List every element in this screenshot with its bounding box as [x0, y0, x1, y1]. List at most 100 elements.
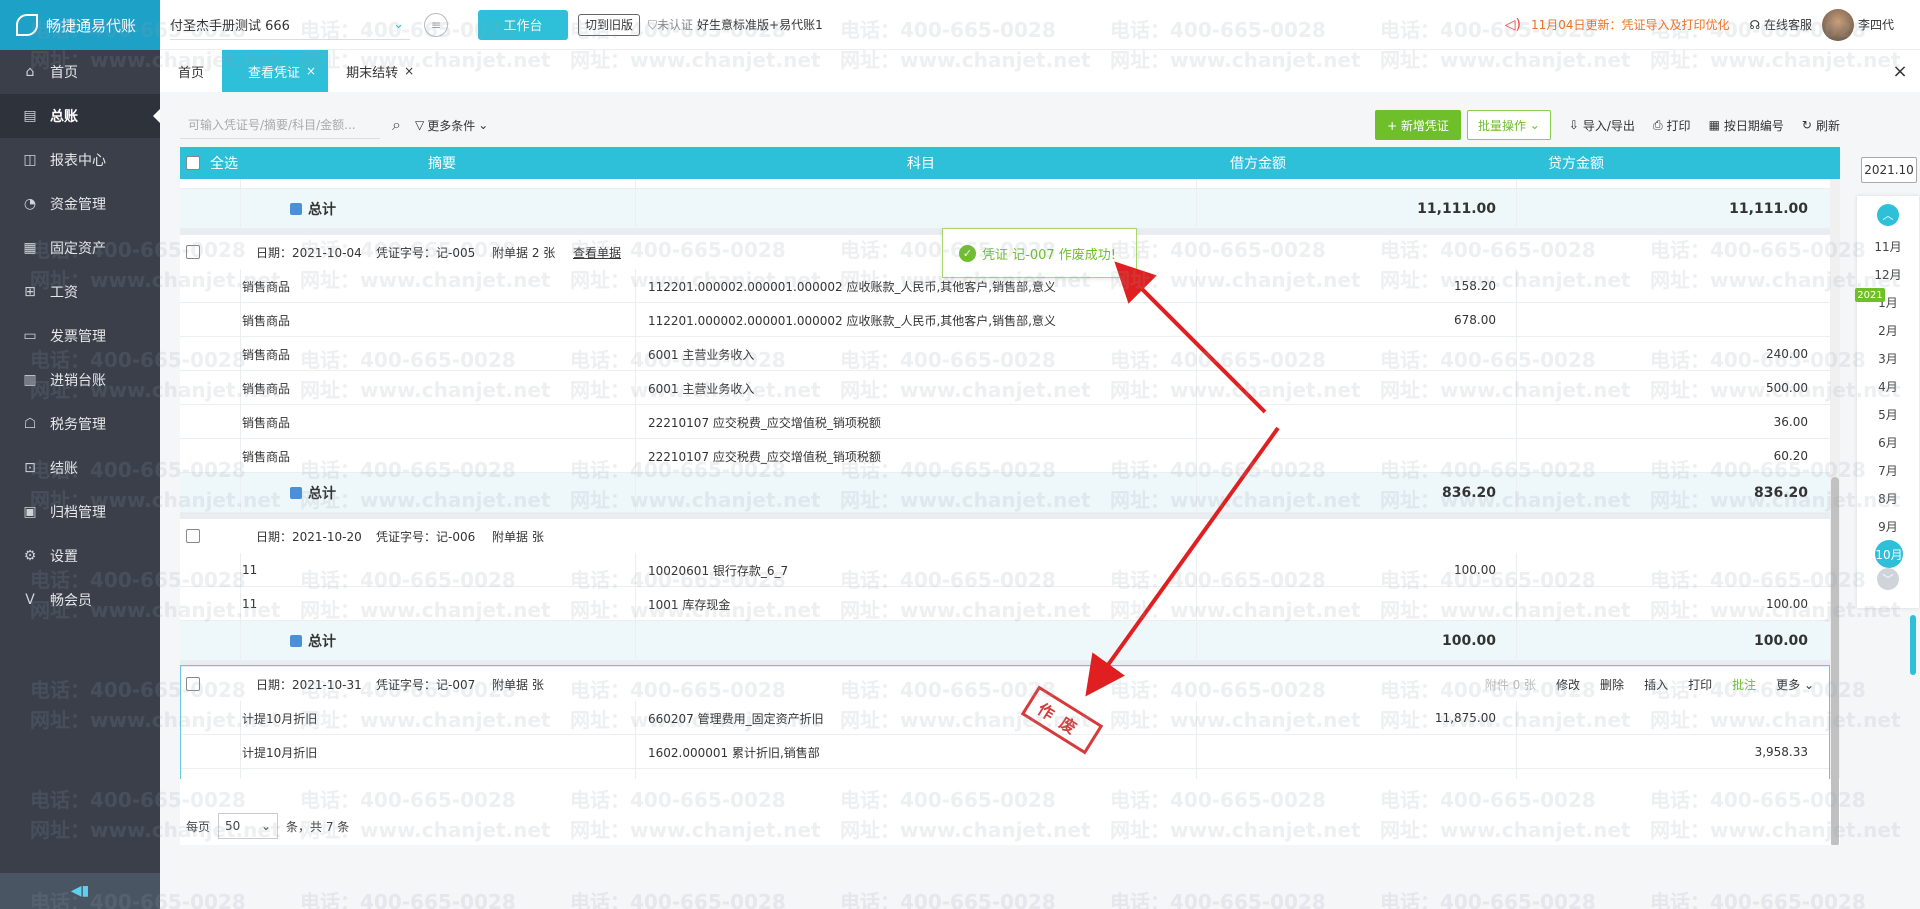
online-service-link[interactable]: ☊ 在线客服: [1749, 16, 1812, 33]
sidebar-item-4[interactable]: ▦ 固定资产: [0, 226, 160, 270]
menu-icon[interactable]: ≡: [424, 12, 448, 37]
period-month[interactable]: 10月: [1875, 540, 1903, 568]
sidebar-item-label: 畅会员: [50, 593, 92, 609]
refresh-icon: ↻: [1801, 118, 1812, 132]
tab-label: 查看凭证: [248, 65, 301, 81]
money-bag-icon: ◔: [23, 196, 37, 212]
period-month[interactable]: 8月: [1857, 488, 1919, 508]
sidebar-item-11[interactable]: ⚙ 设置: [0, 534, 160, 578]
period-month[interactable]: 2月: [1857, 320, 1919, 340]
workbench-button[interactable]: 工作台: [478, 9, 568, 40]
table-row[interactable]: 销售商品 22210107 应交税费_应交增值税_销项税额 60.20: [180, 439, 1830, 473]
row-summary: 销售商品: [242, 381, 291, 396]
logo-text: 畅捷通易代账: [46, 16, 137, 35]
period-month[interactable]: 5月: [1857, 404, 1919, 424]
logo-icon: [16, 14, 38, 36]
close-all-tabs-icon[interactable]: ×: [1880, 50, 1920, 92]
calculator-icon: [290, 487, 302, 499]
search-icon[interactable]: ⌕: [392, 115, 401, 135]
column-divider: [1516, 179, 1517, 188]
view-documents-link[interactable]: 查看单据: [573, 235, 621, 269]
voucher-checkbox[interactable]: [186, 529, 200, 543]
tab-label: 首页: [178, 65, 205, 81]
close-icon[interactable]: ×: [404, 64, 414, 78]
sidebar-item-7[interactable]: ▥ 进销台账: [0, 358, 160, 402]
watermark-text: 电话：400-665-0028: [300, 890, 516, 909]
update-notice[interactable]: ◁) 11月04日更新：凭证导入及打印优化: [1505, 16, 1730, 33]
row-summary: 销售商品: [242, 415, 291, 430]
company-select[interactable]: 付圣杰手册测试 666 ⌄: [170, 10, 410, 40]
voucher-toolbar: 可输入凭证号/摘要/科目/金额... ⌕ ▽ 更多条件 ⌄ + 新增凭证 批量操作 …: [180, 108, 1840, 142]
refresh-button[interactable]: ↻ 刷新: [1802, 117, 1840, 134]
select-all-checkbox[interactable]: [186, 156, 200, 170]
row-summary: 销售商品: [242, 313, 291, 328]
import-icon: ⇩: [1568, 118, 1579, 132]
tab-view-voucher[interactable]: 查看凭证 ×: [222, 50, 329, 92]
row-debit: [1196, 405, 1496, 439]
user-name[interactable]: 李四代: [1858, 16, 1894, 33]
voucher-checkbox[interactable]: [186, 245, 200, 259]
table-row[interactable]: 销售商品 22210107 应交税费_应交增值税_销项税额 36.00: [180, 405, 1830, 439]
period-down-icon[interactable]: ﹀: [1877, 568, 1899, 590]
sidebar-item-0[interactable]: ⌂ 首页: [0, 50, 160, 94]
period-month[interactable]: 12月: [1857, 264, 1919, 284]
batch-operation-button[interactable]: 批量操作 ⌄: [1466, 110, 1551, 140]
table-row[interactable]: 销售商品 6001 主营业务收入 500.00: [180, 371, 1830, 405]
period-month[interactable]: 6月: [1857, 432, 1919, 452]
sidebar-item-10[interactable]: ▣ 归档管理: [0, 490, 160, 534]
panel-drag-handle[interactable]: [1910, 615, 1916, 675]
page-size-select[interactable]: 50 ⌄: [218, 813, 279, 839]
column-divider: [240, 553, 241, 586]
sidebar-item-3[interactable]: ◔ 资金管理: [0, 182, 160, 226]
sidebar-item-6[interactable]: ▭ 发票管理: [0, 314, 160, 358]
collapse-sidebar-button[interactable]: ◀▮: [0, 873, 160, 909]
avatar[interactable]: [1821, 8, 1854, 41]
search-input[interactable]: 可输入凭证号/摘要/科目/金额...: [180, 111, 380, 139]
table-row[interactable]: 销售商品 112201.000002.000001.000002 应收账款_人民币…: [180, 303, 1830, 337]
period-up-icon[interactable]: ︿: [1877, 204, 1899, 226]
app-root: 畅捷通易代账 ⌂ 首页 ▤ 总账 ◫ 报表中心 ◔ 资金管理 ▦ 固定资产 ⊞ 工资 ▭ 发票管理 ▥ 进销台…: [0, 0, 1920, 909]
row-summary: 销售商品: [242, 279, 291, 294]
sidebar-item-2[interactable]: ◫ 报表中心: [0, 138, 160, 182]
select-all-cell[interactable]: 全选: [186, 147, 238, 179]
period-month[interactable]: 3月: [1857, 348, 1919, 368]
scrollbar-thumb[interactable]: [1831, 477, 1839, 845]
table-row[interactable]: 11 1001 库存现金 100.00: [180, 587, 1830, 621]
voucher-number: 凭证字号：记-006: [376, 529, 476, 544]
table-row[interactable]: 销售商品 6001 主营业务收入 240.00: [180, 337, 1830, 371]
column-divider: [240, 587, 241, 620]
period-month[interactable]: 7月: [1857, 460, 1919, 480]
sidebar-item-12[interactable]: V 畅会员: [0, 578, 160, 622]
voucher-checkbox-cell[interactable]: [186, 519, 200, 553]
total-row: 总计 11,111.00 11,111.00: [180, 189, 1830, 229]
table-row[interactable]: 11 10020601 银行存款_6_7 100.00: [180, 553, 1830, 587]
renumber-button[interactable]: ▦ 按日期编号: [1709, 117, 1784, 134]
period-month[interactable]: 4月: [1857, 376, 1919, 396]
sidebar-item-label: 工资: [50, 285, 78, 301]
import-export-button[interactable]: ⇩ 导入/导出: [1569, 117, 1635, 134]
year-badge: 2021: [1855, 288, 1885, 302]
building-icon: ▦: [23, 240, 37, 256]
print-label: 打印: [1666, 118, 1691, 133]
voucher-attachments: 附单据 2 张: [492, 245, 556, 260]
print-button[interactable]: ⎙ 打印: [1653, 117, 1691, 134]
period-input[interactable]: 2021.10: [1861, 157, 1917, 183]
sidebar-item-9[interactable]: ⊡ 结账: [0, 446, 160, 490]
voucher-checkbox-cell[interactable]: [186, 235, 200, 269]
total-debit: 100.00: [1441, 633, 1496, 649]
total-count: 条，共 7 条: [286, 819, 350, 834]
switch-old-version-button[interactable]: 切到旧版: [578, 13, 641, 36]
more-conditions-button[interactable]: ▽ 更多条件 ⌄: [415, 117, 488, 134]
sidebar-item-1[interactable]: ▤ 总账: [0, 94, 160, 138]
period-month[interactable]: 11月: [1857, 236, 1919, 256]
tab-period-end[interactable]: 期末结转 ×: [328, 50, 432, 92]
tab-home[interactable]: 首页: [160, 50, 222, 92]
logo[interactable]: 畅捷通易代账: [0, 0, 160, 50]
sidebar-item-5[interactable]: ⊞ 工资: [0, 270, 160, 314]
new-voucher-button[interactable]: + 新增凭证: [1375, 110, 1461, 140]
column-divider: [635, 371, 636, 404]
sidebar-item-8[interactable]: ☖ 税务管理: [0, 402, 160, 446]
period-month[interactable]: 9月: [1857, 516, 1919, 536]
row-account: 6001 主营业务收入: [648, 347, 755, 362]
close-icon[interactable]: ×: [306, 64, 316, 78]
